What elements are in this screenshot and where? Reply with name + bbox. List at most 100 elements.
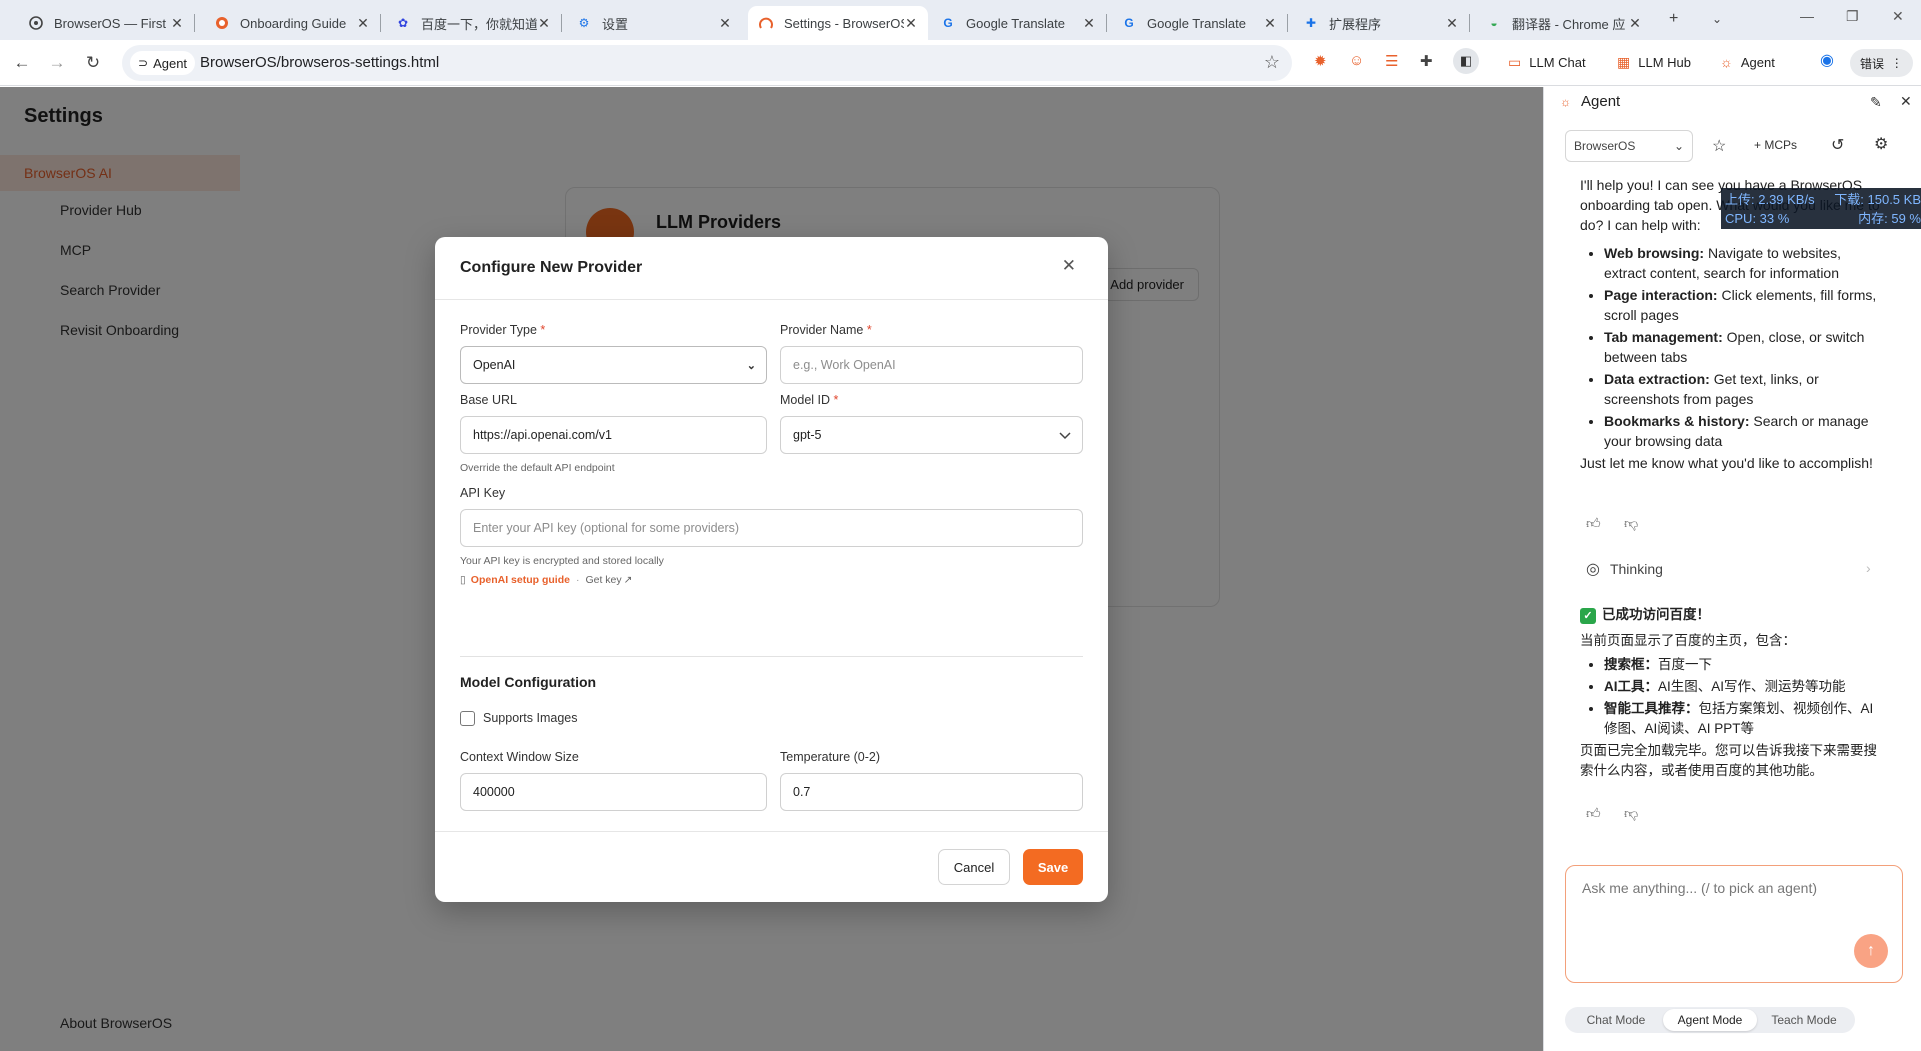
tab-settings-browseros[interactable]: Settings - BrowserOS ✕	[748, 6, 928, 40]
mcps-button[interactable]: + MCPs	[1754, 138, 1797, 152]
divider	[460, 656, 1083, 657]
agent-select[interactable]: BrowserOS ⌄	[1565, 130, 1693, 162]
hub-icon: ▦	[1617, 53, 1631, 70]
profile-icon[interactable]: ◉	[1820, 50, 1834, 70]
tab-browseros-first[interactable]: BrowserOS — First ✕	[18, 6, 195, 40]
reload-icon[interactable]: ↻	[81, 51, 105, 75]
agent-mode-tab[interactable]: Agent Mode	[1663, 1009, 1757, 1031]
llm-chat-button[interactable]: ▭ LLM Chat	[1508, 49, 1586, 75]
gear-icon[interactable]: ⚙	[1874, 134, 1888, 154]
message-intro: 当前页面显示了百度的主页，包含：	[1580, 633, 1796, 648]
tab-strip: BrowserOS — First ✕ Onboarding Guide ✕ ✿…	[0, 0, 1921, 40]
context-window-value: 400000	[473, 785, 515, 799]
tab-extensions[interactable]: ✚ 扩展程序 ✕	[1293, 6, 1470, 40]
baidu-icon: ✿	[397, 16, 409, 30]
chevron-down-icon	[1058, 418, 1072, 468]
bookmark-star-icon[interactable]: ☆	[1264, 52, 1280, 73]
unpin-icon[interactable]: ✎	[1870, 94, 1882, 111]
chevron-down-icon: ⌄	[746, 360, 756, 372]
close-icon[interactable]: ✕	[1082, 15, 1096, 32]
tab-google-translate-1[interactable]: G Google Translate ✕	[930, 6, 1107, 40]
tab-label: 扩展程序	[1329, 16, 1382, 32]
tab-label: Google Translate	[1147, 15, 1247, 31]
star-icon[interactable]: ☆	[1712, 136, 1726, 156]
base-url-label: Base URL	[460, 393, 517, 407]
model-id-label: Model ID *	[780, 393, 839, 407]
provider-name-input[interactable]: e.g., Work OpenAI	[780, 346, 1083, 384]
agent-chip[interactable]: ⊃ Agent	[130, 51, 196, 75]
close-icon[interactable]: ✕	[1628, 15, 1642, 32]
github-icon	[214, 15, 230, 31]
tab-settings-zh[interactable]: ⚙ 设置 ✕	[566, 6, 742, 40]
close-icon[interactable]: ✕	[1900, 93, 1912, 110]
api-key-placeholder: Enter your API key (optional for some pr…	[473, 521, 740, 535]
tab-label: Onboarding Guide	[240, 15, 347, 31]
tab-search-icon[interactable]: ⌄	[1712, 12, 1722, 26]
teach-mode-tab[interactable]: Teach Mode	[1757, 1009, 1851, 1031]
tab-onboarding-guide[interactable]: Onboarding Guide ✕	[204, 6, 381, 40]
translate-icon: G	[1124, 16, 1134, 30]
send-arrow-icon[interactable]: ↑	[1854, 934, 1888, 968]
address-bar[interactable]: ⊃ Agent BrowserOS/browseros-settings.html…	[122, 45, 1292, 81]
forward-arrow-icon[interactable]: →	[45, 51, 69, 75]
list-item: 智能工具推荐：包括方案策划、视频创作、AI修图、AI阅读、AI PPT等	[1604, 699, 1886, 739]
cancel-button[interactable]: Cancel	[938, 849, 1010, 885]
chat-input[interactable]: Ask me anything... (/ to pick an agent) …	[1565, 865, 1903, 983]
close-icon[interactable]: ✕	[1062, 256, 1076, 276]
api-key-links: ▯ OpenAI setup guide · Get key ↗	[460, 574, 633, 586]
close-icon[interactable]: ✕	[170, 15, 184, 32]
agent-select-value: BrowserOS	[1574, 139, 1636, 153]
tab-baidu[interactable]: ✿ 百度一下，你就知道 ✕	[385, 6, 562, 40]
get-key-link[interactable]: Get key	[585, 574, 621, 586]
close-icon[interactable]: ✕	[537, 15, 551, 32]
message-outro: 页面已完全加载完毕。您可以告诉我接下来需要搜索什么内容，或者使用百度的其他功能。	[1580, 743, 1877, 778]
extension-db-icon[interactable]: ☰	[1385, 52, 1398, 70]
supports-images-label[interactable]: Supports Images	[483, 711, 578, 725]
window-close-icon[interactable]: ✕	[1892, 8, 1904, 25]
agent-button[interactable]: ☼ Agent	[1720, 49, 1775, 75]
provider-type-select[interactable]: OpenAI ⌄	[460, 346, 767, 384]
reset-icon[interactable]: ↺	[1831, 135, 1844, 155]
base-url-hint: Override the default API endpoint	[460, 462, 615, 474]
base-url-input[interactable]: https://api.openai.com/v1	[460, 416, 767, 454]
minimize-icon[interactable]: —	[1800, 8, 1814, 24]
tab-google-translate-2[interactable]: G Google Translate ✕	[1111, 6, 1288, 40]
model-id-select[interactable]: gpt-5	[780, 416, 1083, 454]
thinking-toggle[interactable]: ◎ Thinking	[1586, 559, 1663, 579]
close-icon[interactable]: ✕	[1445, 15, 1459, 32]
tab-label: Google Translate	[966, 15, 1066, 31]
thumbs-down-icon[interactable]: 👎︎	[1624, 515, 1638, 532]
side-panel-icon[interactable]: ◧	[1453, 48, 1479, 74]
error-pill[interactable]: 错误 ⋮	[1850, 49, 1913, 77]
chat-mode-tab[interactable]: Chat Mode	[1569, 1009, 1663, 1031]
extension-robot-icon[interactable]: ☺	[1349, 52, 1364, 69]
close-icon[interactable]: ✕	[718, 15, 732, 32]
settings-icon: ⚙	[578, 16, 590, 30]
tab-label: BrowserOS — First	[54, 15, 166, 31]
restore-icon[interactable]: ❐	[1846, 8, 1859, 25]
supports-images-checkbox[interactable]	[460, 711, 475, 726]
llm-hub-button[interactable]: ▦ LLM Hub	[1617, 49, 1691, 75]
cpu-usage: CPU: 33 %	[1725, 211, 1790, 226]
extensions-puzzle-icon[interactable]: ✚	[1420, 52, 1433, 70]
close-icon[interactable]: ✕	[904, 15, 918, 32]
base-url-value: https://api.openai.com/v1	[473, 428, 612, 442]
temperature-input[interactable]: 0.7	[780, 773, 1083, 811]
extension-bug-icon[interactable]: ✹	[1314, 52, 1327, 70]
context-window-input[interactable]: 400000	[460, 773, 767, 811]
agent-side-panel: ☼ Agent ✎ ✕ BrowserOS ⌄ ☆ + MCPs ↺ ⚙ I'll…	[1543, 87, 1921, 1051]
llm-hub-label: LLM Hub	[1638, 54, 1691, 70]
new-tab-button[interactable]: +	[1669, 10, 1678, 28]
thumbs-down-icon[interactable]: 👎︎	[1624, 805, 1638, 822]
back-arrow-icon[interactable]: ←	[10, 51, 34, 75]
thumbs-up-icon[interactable]: 👍︎	[1586, 515, 1601, 532]
close-icon[interactable]: ✕	[356, 15, 370, 32]
thumbs-up-icon[interactable]: 👍︎	[1586, 805, 1601, 822]
save-button[interactable]: Save	[1023, 849, 1083, 885]
close-icon[interactable]: ✕	[1263, 15, 1277, 32]
dialog-title: Configure New Provider	[460, 259, 643, 276]
api-key-input[interactable]: Enter your API key (optional for some pr…	[460, 509, 1083, 547]
tab-translator-store[interactable]: ◒ 翻译器 - Chrome 应 ✕	[1476, 6, 1652, 40]
translate-icon: G	[943, 16, 953, 30]
setup-guide-link[interactable]: OpenAI setup guide	[471, 574, 570, 586]
